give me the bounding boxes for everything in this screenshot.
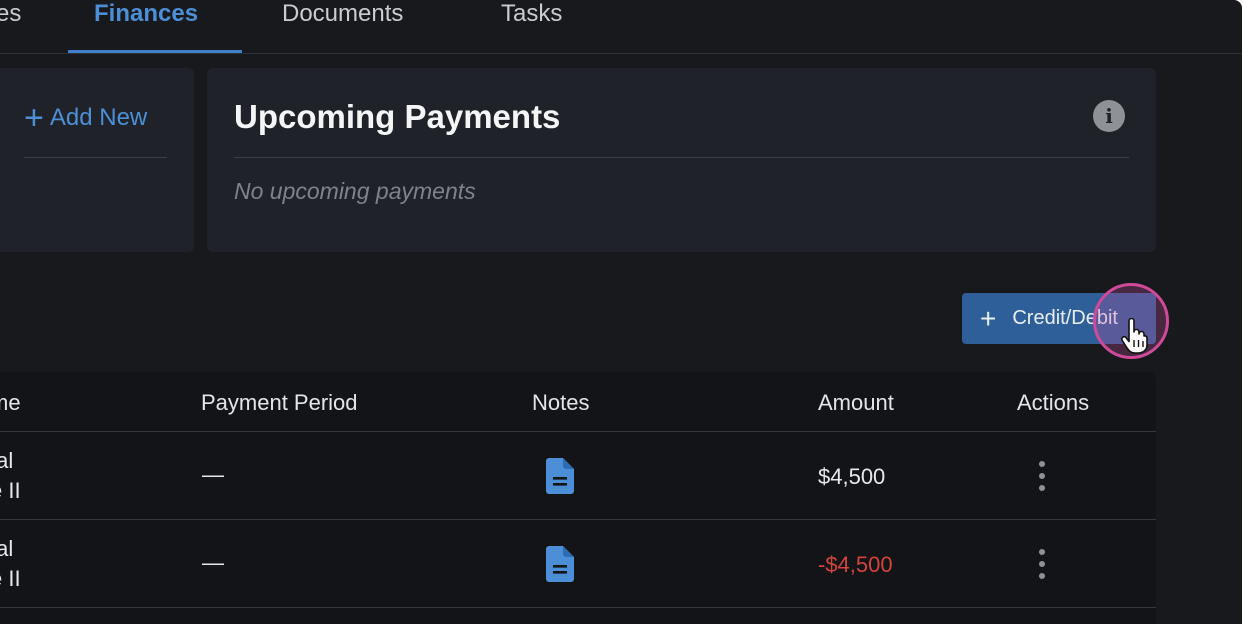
app-window: es Finances Documents Tasks + Add New Up… <box>0 0 1242 624</box>
name-line: e II <box>0 566 21 591</box>
name-line: tal <box>0 536 14 561</box>
row-amount: $4,500 <box>818 464 886 489</box>
empty-state-text: No upcoming payments <box>234 178 476 204</box>
document-icon[interactable] <box>546 546 574 582</box>
row-name: tal e II <box>0 446 21 506</box>
tab-bar: es Finances Documents Tasks <box>0 0 1242 54</box>
column-header-name[interactable]: me <box>0 390 21 416</box>
active-tab-indicator <box>68 50 242 53</box>
divider <box>24 157 167 158</box>
document-icon[interactable] <box>546 458 574 494</box>
hand-pointer-icon <box>1121 318 1148 354</box>
column-header-actions: Actions <box>1017 390 1090 415</box>
column-header-notes[interactable]: Notes <box>532 390 589 416</box>
add-new-button[interactable]: + Add New <box>24 99 148 137</box>
kebab-menu-icon[interactable] <box>1038 548 1046 580</box>
card-title: Upcoming Payments <box>234 98 561 135</box>
tab-tasks[interactable]: Tasks <box>501 0 562 30</box>
table-row[interactable]: tal e II — -$4,500 <box>0 520 1156 608</box>
row-payment-period: — <box>202 462 224 487</box>
divider <box>234 157 1129 158</box>
column-header-payment-period[interactable]: Payment Period <box>201 390 358 416</box>
tab-partial[interactable]: es <box>0 0 21 30</box>
left-card: + Add New <box>0 68 194 252</box>
tab-finances[interactable]: Finances <box>94 0 198 30</box>
table-header: me Payment Period Notes Amount Actions <box>0 372 1156 432</box>
plus-icon: + <box>24 99 44 137</box>
transactions-table: me Payment Period Notes Amount Actions t… <box>0 372 1156 624</box>
kebab-menu-icon[interactable] <box>1038 460 1046 492</box>
column-header-amount[interactable]: Amount <box>818 390 894 416</box>
row-payment-period: — <box>202 550 224 575</box>
plus-icon: + <box>980 302 997 334</box>
tab-documents[interactable]: Documents <box>282 0 403 30</box>
name-line: tal <box>0 448 14 473</box>
name-line: e II <box>0 478 21 503</box>
add-new-label: Add New <box>49 104 148 131</box>
row-name: tal e II <box>0 534 21 594</box>
info-icon[interactable]: i <box>1093 100 1125 132</box>
row-amount: -$4,500 <box>818 552 893 577</box>
upcoming-payments-card: Upcoming Payments i No upcoming payments <box>207 68 1156 252</box>
table-row[interactable]: tal e II — $4,500 <box>0 432 1156 520</box>
